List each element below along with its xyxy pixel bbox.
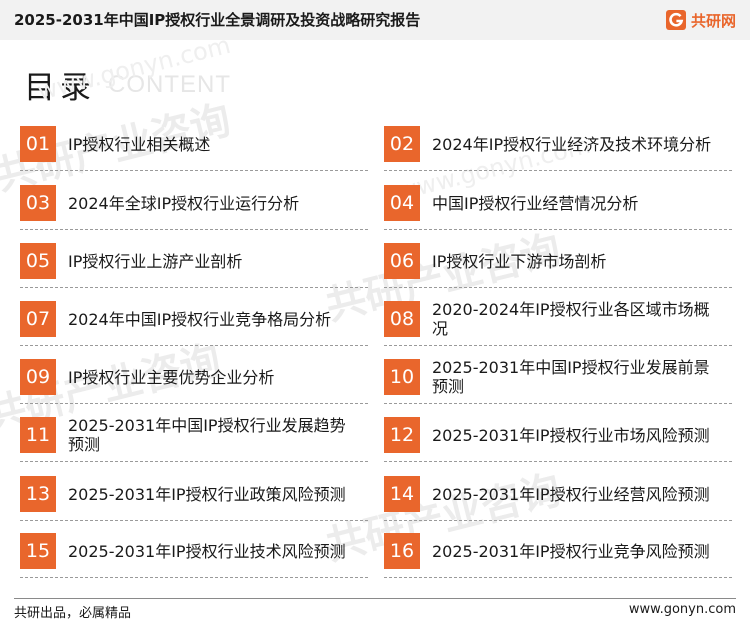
toc-number: 13 bbox=[20, 476, 56, 512]
toc-label: 2025-2031年IP授权行业技术风险预测 bbox=[68, 541, 346, 561]
toc-label: IP授权行业下游市场剖析 bbox=[432, 251, 607, 271]
toc-label: 2025-2031年中国IP授权行业发展趋势预测 bbox=[68, 416, 346, 454]
toc-list: 01 IP授权行业相关概述 02 2024年IP授权行业经济及技术环境分析 03… bbox=[0, 0, 750, 622]
toc-label-wrap: 中国IP授权行业经营情况分析 bbox=[432, 185, 720, 221]
toc-label: 2025-2031年IP授权行业市场风险预测 bbox=[432, 425, 710, 445]
toc-label: IP授权行业主要优势企业分析 bbox=[68, 367, 275, 387]
toc-label-wrap: IP授权行业上游产业剖析 bbox=[68, 243, 356, 279]
toc-number: 02 bbox=[384, 126, 420, 162]
toc-divider bbox=[384, 170, 732, 171]
toc-divider bbox=[20, 229, 368, 230]
toc-divider bbox=[20, 520, 368, 521]
toc-label: 中国IP授权行业经营情况分析 bbox=[432, 193, 639, 213]
toc-number: 10 bbox=[384, 359, 420, 395]
toc-divider bbox=[20, 287, 368, 288]
toc-divider bbox=[384, 577, 732, 578]
toc-label-wrap: 2024年IP授权行业经济及技术环境分析 bbox=[432, 126, 720, 162]
toc-number: 11 bbox=[20, 417, 56, 453]
toc-number: 09 bbox=[20, 359, 56, 395]
toc-divider bbox=[384, 345, 732, 346]
toc-label: 2024年中国IP授权行业竞争格局分析 bbox=[68, 309, 332, 329]
toc-label-wrap: IP授权行业下游市场剖析 bbox=[432, 243, 720, 279]
toc-label: 2024年IP授权行业经济及技术环境分析 bbox=[432, 134, 712, 154]
toc-label-wrap: IP授权行业相关概述 bbox=[68, 126, 356, 162]
toc-label-wrap: 2025-2031年中国IP授权行业发展趋势预测 bbox=[68, 416, 356, 454]
toc-divider bbox=[384, 461, 732, 462]
toc-label-wrap: 2024年全球IP授权行业运行分析 bbox=[68, 185, 356, 221]
toc-label: 2025-2031年IP授权行业经营风险预测 bbox=[432, 484, 710, 504]
toc-label: 2024年全球IP授权行业运行分析 bbox=[68, 193, 300, 213]
toc-divider bbox=[384, 403, 732, 404]
toc-divider bbox=[20, 403, 368, 404]
toc-label: 2020-2024年IP授权行业各区域市场概况 bbox=[432, 300, 710, 338]
toc-label-wrap: IP授权行业主要优势企业分析 bbox=[68, 359, 356, 395]
toc-label: 2025-2031年IP授权行业竞争风险预测 bbox=[432, 541, 710, 561]
toc-divider bbox=[20, 345, 368, 346]
toc-label-wrap: 2025-2031年IP授权行业竞争风险预测 bbox=[432, 533, 720, 569]
toc-number: 05 bbox=[20, 243, 56, 279]
toc-label-wrap: 2025-2031年IP授权行业经营风险预测 bbox=[432, 476, 720, 512]
toc-number: 16 bbox=[384, 533, 420, 569]
toc-number: 12 bbox=[384, 417, 420, 453]
toc-divider bbox=[384, 229, 732, 230]
toc-label-wrap: 2024年中国IP授权行业竞争格局分析 bbox=[68, 301, 356, 337]
toc-divider bbox=[20, 577, 368, 578]
toc-label-wrap: 2025-2031年IP授权行业技术风险预测 bbox=[68, 533, 356, 569]
toc-label: 2025-2031年IP授权行业政策风险预测 bbox=[68, 484, 346, 504]
toc-label-wrap: 2025-2031年中国IP授权行业发展前景预测 bbox=[432, 358, 720, 396]
toc-label: IP授权行业上游产业剖析 bbox=[68, 251, 243, 271]
toc-label-wrap: 2025-2031年IP授权行业市场风险预测 bbox=[432, 417, 720, 453]
toc-number: 08 bbox=[384, 301, 420, 337]
toc-number: 07 bbox=[20, 301, 56, 337]
toc-number: 03 bbox=[20, 185, 56, 221]
toc-divider bbox=[20, 170, 368, 171]
toc-divider bbox=[384, 287, 732, 288]
toc-label: IP授权行业相关概述 bbox=[68, 134, 211, 154]
toc-label-wrap: 2025-2031年IP授权行业政策风险预测 bbox=[68, 476, 356, 512]
toc-number: 15 bbox=[20, 533, 56, 569]
toc-number: 06 bbox=[384, 243, 420, 279]
toc-number: 14 bbox=[384, 476, 420, 512]
toc-number: 04 bbox=[384, 185, 420, 221]
toc-number: 01 bbox=[20, 126, 56, 162]
toc-divider bbox=[384, 520, 732, 521]
toc-divider bbox=[20, 461, 368, 462]
toc-label-wrap: 2020-2024年IP授权行业各区域市场概况 bbox=[432, 300, 720, 338]
toc-label: 2025-2031年中国IP授权行业发展前景预测 bbox=[432, 358, 710, 396]
